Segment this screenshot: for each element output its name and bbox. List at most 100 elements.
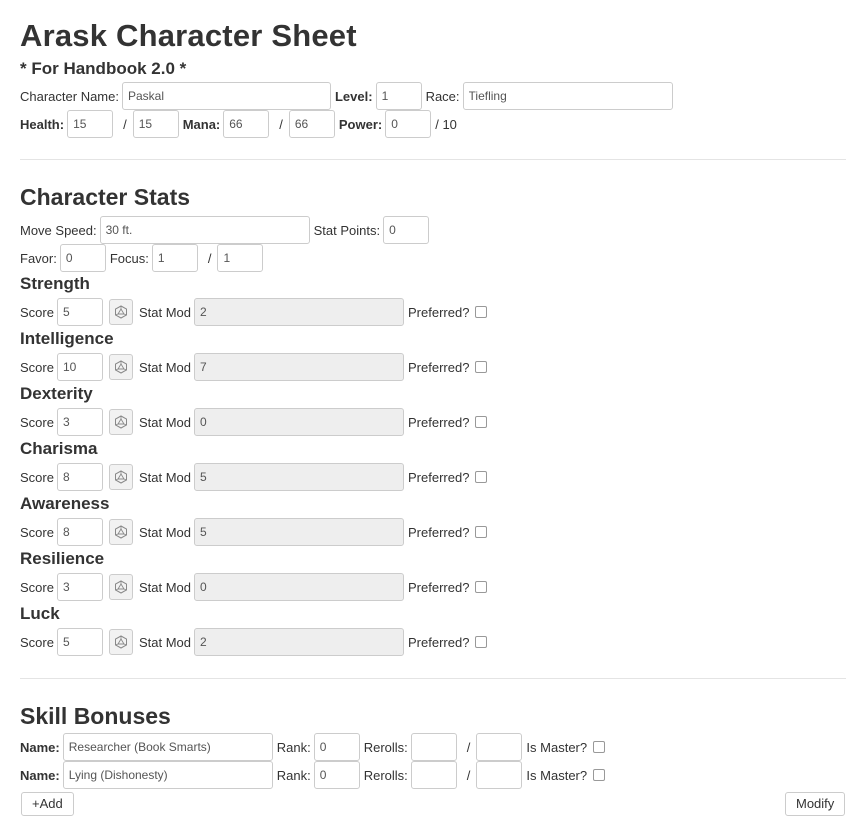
rerolls-slash: /: [466, 767, 471, 783]
score-label: Score: [20, 359, 54, 375]
rerolls-label: Rerolls:: [363, 767, 408, 783]
skill-bonuses-heading: Skill Bonuses: [20, 703, 171, 729]
rerolls-max-input[interactable]: [476, 761, 523, 789]
stat-mod-label: Stat Mod: [138, 634, 191, 650]
power-current-input[interactable]: [385, 110, 432, 138]
stat-mod-label: Stat Mod: [138, 524, 191, 540]
stat-row-strength: Score Stat Mod Preferred?: [20, 298, 488, 326]
skill-name-input[interactable]: [62, 761, 273, 789]
mana-current-input[interactable]: [223, 110, 270, 138]
section-divider: [20, 678, 846, 679]
health-slash: /: [123, 116, 127, 132]
d20-dice-icon[interactable]: [108, 574, 133, 600]
is-master-checkbox[interactable]: [593, 741, 606, 753]
move-speed-input[interactable]: [99, 216, 310, 244]
stat-row-intelligence: Score Stat Mod Preferred?: [20, 353, 488, 381]
stat-points-input[interactable]: [383, 216, 430, 244]
preferred-label: Preferred?: [408, 304, 470, 320]
d20-dice-icon[interactable]: [108, 354, 133, 380]
score-label: Score: [20, 414, 54, 430]
health-current-input[interactable]: [67, 110, 114, 138]
score-input[interactable]: [56, 518, 103, 546]
stat-points-label: Stat Points:: [313, 222, 381, 238]
health-max-input[interactable]: [132, 110, 179, 138]
level-input[interactable]: [375, 82, 422, 110]
page-title: Arask Character Sheet: [20, 18, 357, 53]
focus-current-input[interactable]: [151, 244, 198, 272]
stat-row-awareness: Score Stat Mod Preferred?: [20, 518, 488, 546]
mana-max-input[interactable]: [288, 110, 335, 138]
score-input[interactable]: [56, 298, 103, 326]
favor-input[interactable]: [59, 244, 106, 272]
preferred-label: Preferred?: [408, 524, 470, 540]
preferred-checkbox[interactable]: [475, 306, 488, 318]
focus-max-input[interactable]: [217, 244, 264, 272]
character-name-label: Character Name:: [20, 88, 119, 104]
preferred-checkbox[interactable]: [475, 581, 488, 593]
favor-label: Favor:: [20, 250, 57, 266]
stat-mod-label: Stat Mod: [138, 469, 191, 485]
d20-dice-icon-graphic: [114, 470, 127, 484]
d20-dice-icon[interactable]: [108, 409, 133, 435]
stat-mod-field: [194, 518, 404, 546]
score-input[interactable]: [56, 573, 103, 601]
modify-button[interactable]: Modify: [785, 792, 846, 816]
rerolls-max-input[interactable]: [476, 733, 523, 761]
rerolls-slash: /: [466, 739, 471, 755]
d20-dice-icon-graphic: [114, 415, 127, 429]
d20-dice-icon[interactable]: [108, 464, 133, 490]
stat-mod-label: Stat Mod: [138, 304, 191, 320]
rerolls-current-input[interactable]: [410, 761, 457, 789]
d20-dice-icon-graphic: [114, 580, 127, 594]
score-input[interactable]: [56, 353, 103, 381]
score-label: Score: [20, 579, 54, 595]
stat-mod-field: [194, 463, 404, 491]
score-input[interactable]: [56, 408, 103, 436]
stat-name-charisma: Charisma: [20, 439, 98, 458]
d20-dice-icon[interactable]: [108, 299, 133, 325]
race-label: Race:: [425, 88, 460, 104]
rerolls-label: Rerolls:: [363, 739, 408, 755]
move-speed-row: Move Speed: Stat Points:: [20, 216, 433, 244]
skill-row: Name: Rank: Rerolls: / Is Master?: [20, 761, 606, 789]
rank-input[interactable]: [313, 733, 360, 761]
focus-slash: /: [207, 250, 212, 266]
stat-mod-field: [194, 353, 404, 381]
preferred-checkbox[interactable]: [475, 471, 488, 483]
rerolls-current-input[interactable]: [410, 733, 457, 761]
d20-dice-icon[interactable]: [108, 519, 133, 545]
skill-name-input[interactable]: [62, 733, 273, 761]
is-master-label: Is Master?: [526, 767, 588, 783]
preferred-checkbox[interactable]: [475, 526, 488, 538]
d20-dice-icon-graphic: [114, 635, 127, 649]
preferred-checkbox[interactable]: [475, 361, 488, 373]
rank-label: Rank:: [276, 739, 311, 755]
preferred-checkbox[interactable]: [475, 636, 488, 648]
character-name-input[interactable]: [121, 82, 331, 110]
stat-name-resilience: Resilience: [20, 549, 105, 568]
stat-mod-field: [194, 573, 404, 601]
d20-dice-icon[interactable]: [108, 629, 133, 655]
preferred-checkbox[interactable]: [475, 416, 488, 428]
stat-name-luck: Luck: [20, 604, 60, 623]
is-master-checkbox[interactable]: [593, 769, 606, 781]
preferred-label: Preferred?: [408, 634, 470, 650]
stat-mod-field: [194, 628, 404, 656]
score-label: Score: [20, 634, 54, 650]
race-input[interactable]: [462, 82, 673, 110]
stat-name-dexterity: Dexterity: [20, 384, 93, 403]
stat-name-intelligence: Intelligence: [20, 329, 114, 348]
score-input[interactable]: [56, 628, 103, 656]
basics-row: Character Name: Level: Race:: [20, 82, 677, 110]
preferred-label: Preferred?: [408, 414, 470, 430]
stat-mod-label: Stat Mod: [138, 414, 191, 430]
score-label: Score: [20, 469, 54, 485]
stat-row-luck: Score Stat Mod Preferred?: [20, 628, 488, 656]
score-input[interactable]: [56, 463, 103, 491]
level-label: Level:: [334, 88, 373, 104]
d20-dice-icon-graphic: [114, 360, 127, 374]
stat-name-awareness: Awareness: [20, 494, 110, 513]
rank-input[interactable]: [313, 761, 360, 789]
skill-row: Name: Rank: Rerolls: / Is Master?: [20, 733, 606, 761]
add-skill-button[interactable]: +Add: [21, 792, 74, 816]
